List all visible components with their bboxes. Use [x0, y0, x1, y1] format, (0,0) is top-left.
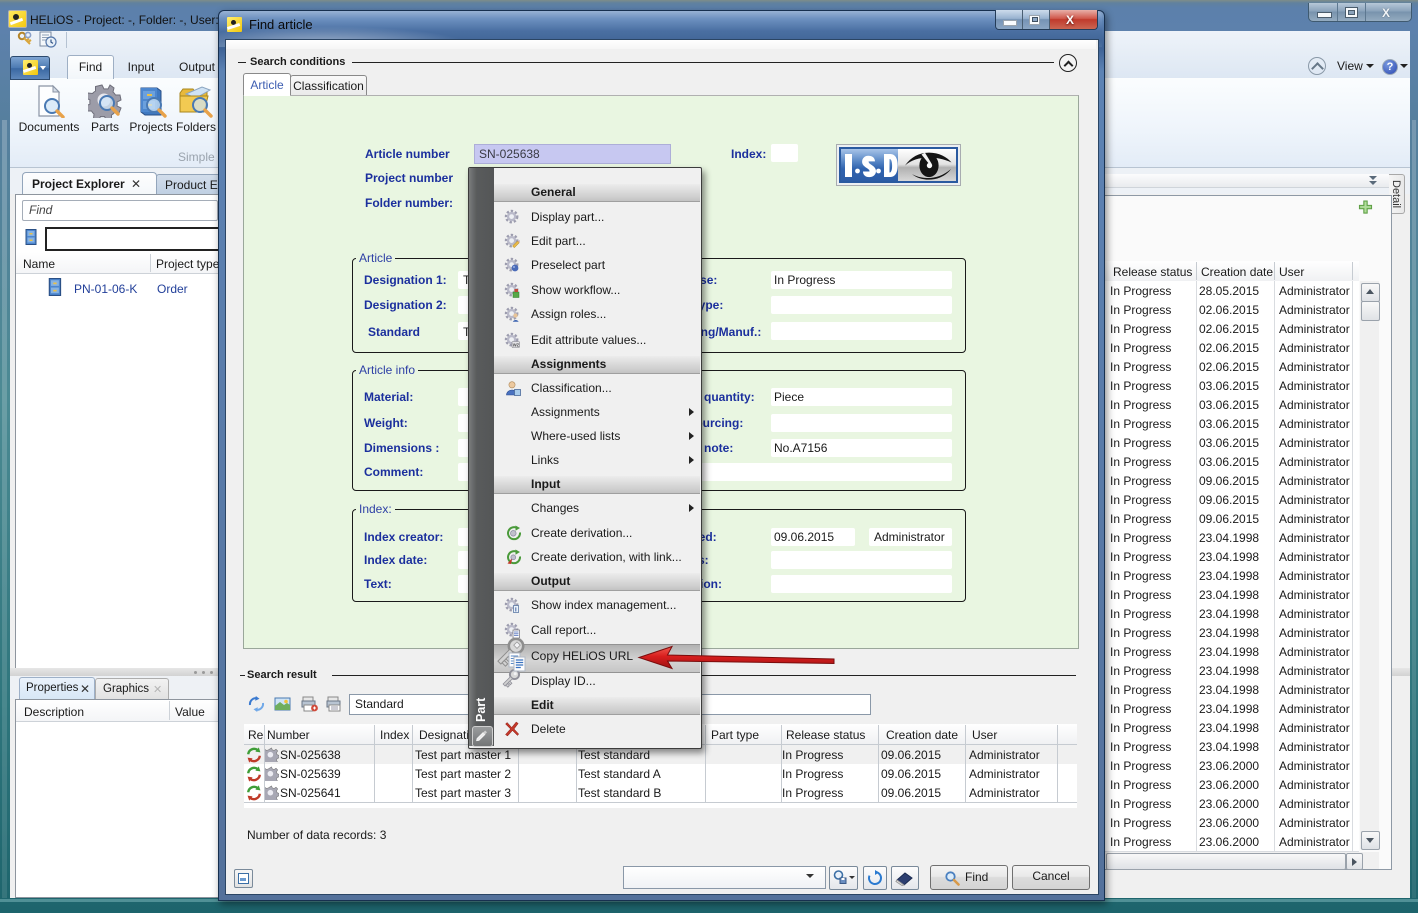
svg-text:wz: wz: [512, 343, 520, 348]
